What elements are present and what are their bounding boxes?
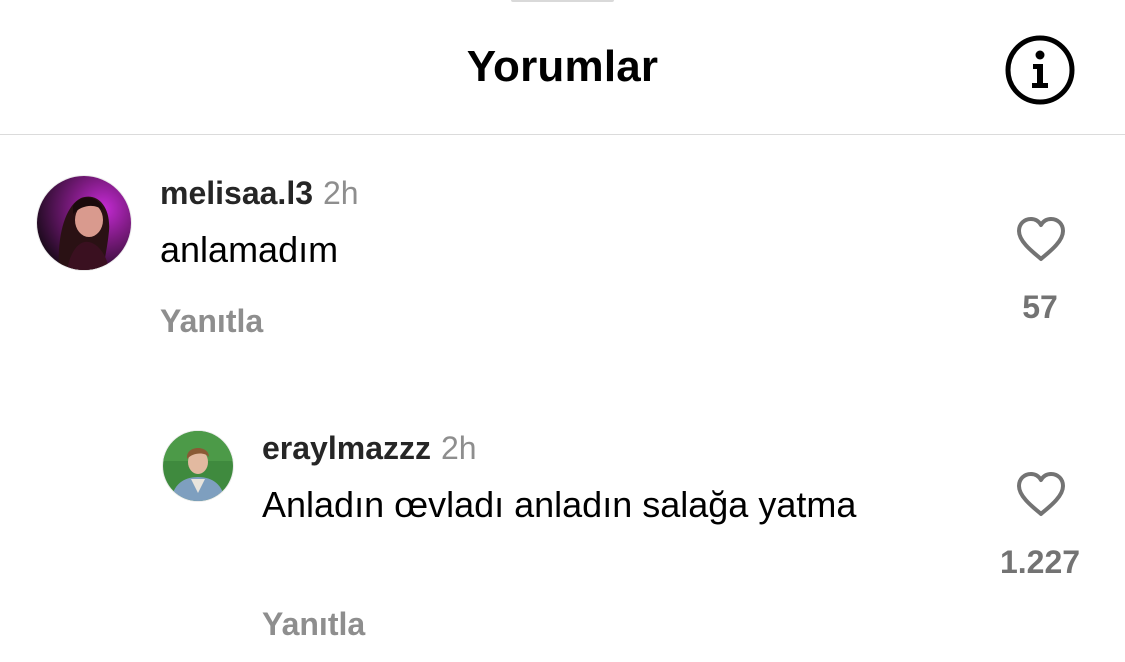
- page-title: Yorumlar: [466, 42, 659, 91]
- reply-button[interactable]: Yanıtla: [262, 605, 365, 643]
- comment-time: 2h: [323, 175, 359, 211]
- avatar[interactable]: [37, 176, 131, 270]
- comment-username[interactable]: melisaa.l3: [160, 175, 313, 211]
- comments-header: Yorumlar: [0, 0, 1125, 135]
- comment-username[interactable]: eraylmazzz: [262, 430, 431, 466]
- like-count: 1.227: [999, 544, 1081, 580]
- heart-icon[interactable]: [1015, 471, 1067, 517]
- comment-text: Anladın œvladı anladın salağa yatma: [262, 484, 857, 525]
- avatar[interactable]: [163, 431, 233, 501]
- comment-meta: eraylmazzz 2h: [262, 429, 477, 467]
- comment-time: 2h: [440, 430, 477, 466]
- comment-text: anlamadım: [160, 229, 339, 270]
- like-count: 57: [1022, 289, 1058, 325]
- heart-icon[interactable]: [1015, 216, 1067, 262]
- reply-button[interactable]: Yanıtla: [160, 302, 263, 340]
- comment-meta: melisaa.l3 2h: [160, 174, 359, 212]
- info-icon[interactable]: [1003, 33, 1077, 107]
